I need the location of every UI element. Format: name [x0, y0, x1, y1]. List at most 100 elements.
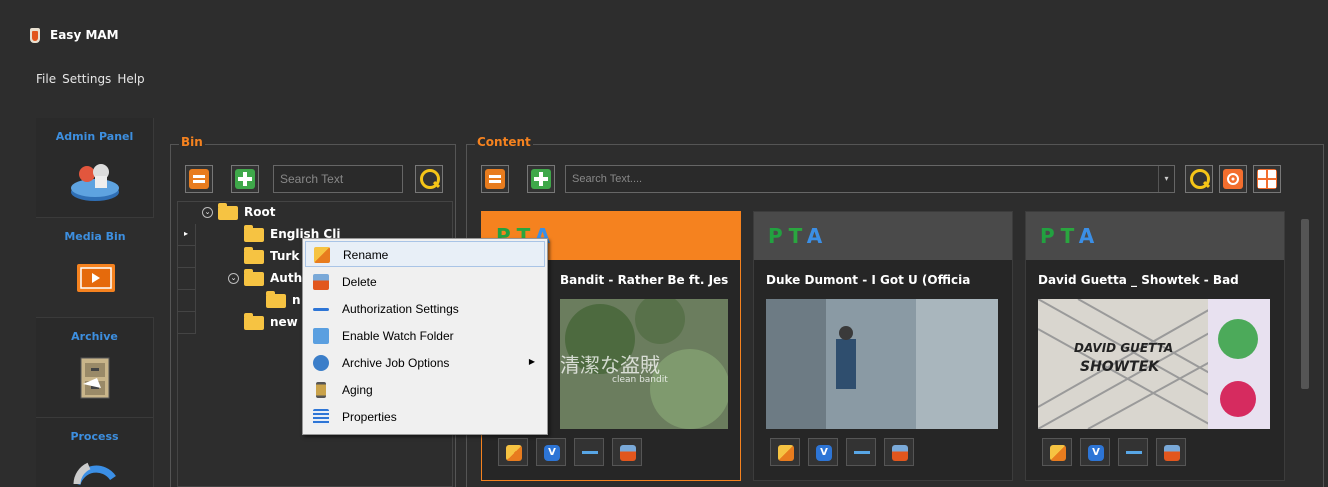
app-title: Easy MAM — [50, 28, 119, 42]
bin-search-input[interactable]: Search Text — [273, 165, 403, 193]
nav-label: Archive — [71, 330, 118, 343]
refresh-icon — [485, 169, 505, 189]
menu-item-label: Enable Watch Folder — [342, 329, 454, 343]
media-thumbnail — [766, 299, 998, 429]
context-menu: Rename Delete Authorization Settings Ena… — [302, 238, 548, 435]
add-icon — [531, 169, 551, 189]
key-icon — [1126, 451, 1142, 454]
trash-icon — [1164, 445, 1180, 461]
version-button[interactable]: V — [536, 438, 566, 466]
card-title: David Guetta _ Showtek - Bad — [1038, 273, 1239, 287]
bin-refresh-button[interactable] — [185, 165, 213, 193]
advanced-search-icon — [1223, 169, 1243, 189]
pencil-icon — [1050, 445, 1066, 461]
menu-item-watch-folder[interactable]: Enable Watch Folder — [305, 323, 545, 349]
delete-icon — [313, 274, 329, 290]
menu-bar: File Settings Help — [36, 72, 145, 86]
tree-item-root[interactable]: ⌄ Root — [178, 202, 454, 224]
bin-add-button[interactable] — [231, 165, 259, 193]
nav-tab-media-bin[interactable]: Media Bin — [36, 218, 154, 318]
menu-item-properties[interactable]: Properties — [305, 404, 545, 430]
delete-button[interactable] — [1156, 438, 1186, 466]
nav-label: Media Bin — [64, 230, 126, 243]
row-header: ▸ — [178, 224, 196, 246]
grid-view-button[interactable] — [1253, 165, 1281, 193]
card-header: PTA — [1026, 212, 1284, 260]
tree-item-label: Root — [244, 205, 276, 219]
nav-tab-admin-panel[interactable]: Admin Panel — [36, 118, 154, 218]
menu-settings[interactable]: Settings — [62, 72, 111, 86]
media-card[interactable]: PTA Duke Dumont - I Got U (Officia V — [753, 211, 1013, 481]
delete-button[interactable] — [884, 438, 914, 466]
card-actions: V — [1042, 438, 1186, 466]
version-button[interactable]: V — [808, 438, 838, 466]
version-button[interactable]: V — [1080, 438, 1110, 466]
delete-button[interactable] — [612, 438, 642, 466]
menu-item-label: Properties — [342, 410, 397, 424]
menu-item-archive-job[interactable]: Archive Job Options ▶ — [305, 350, 545, 376]
media-thumbnail: DAVID GUETTA SHOWTEK — [1038, 299, 1270, 429]
collapse-icon[interactable]: ⌄ — [228, 273, 239, 284]
thumb-subtext: clean bandit — [612, 375, 668, 385]
folder-icon — [244, 269, 264, 286]
content-legend: Content — [475, 135, 533, 149]
title-bar: Easy MAM — [0, 0, 1328, 60]
authorization-button[interactable] — [1118, 438, 1148, 466]
menu-item-label: Aging — [342, 383, 373, 397]
menu-item-rename[interactable]: Rename — [305, 241, 545, 267]
media-bin-icon — [69, 258, 121, 308]
menu-item-authorization[interactable]: Authorization Settings — [305, 296, 545, 322]
nav-tab-archive[interactable]: Archive — [36, 318, 154, 418]
menu-item-delete[interactable]: Delete — [305, 269, 545, 295]
nav-tab-process[interactable]: Process — [36, 418, 154, 487]
tree-item-label: new — [270, 315, 298, 329]
authorization-button[interactable] — [846, 438, 876, 466]
content-refresh-button[interactable] — [481, 165, 509, 193]
tree-item-label: Auth — [270, 271, 303, 285]
tree-item-label: n — [292, 293, 301, 307]
nav-label: Process — [70, 430, 119, 443]
search-dropdown-button[interactable]: ▾ — [1158, 166, 1174, 192]
row-header — [178, 246, 196, 268]
media-card[interactable]: PTA David Guetta _ Showtek - Bad DAVID G… — [1025, 211, 1285, 481]
row-header — [178, 290, 196, 312]
menu-item-aging[interactable]: Aging — [305, 377, 545, 403]
media-thumbnail: 清潔な盗賊 clean bandit — [560, 299, 728, 429]
folder-icon — [244, 313, 264, 330]
rename-button[interactable] — [498, 438, 528, 466]
advanced-search-button[interactable] — [1219, 165, 1247, 193]
card-header: PTA — [754, 212, 1012, 260]
pencil-icon — [778, 445, 794, 461]
folder-icon — [244, 225, 264, 242]
content-search-input[interactable]: Search Text.... ▾ — [565, 165, 1175, 193]
tree-item-label: Turk — [270, 249, 300, 263]
rename-button[interactable] — [1042, 438, 1072, 466]
rename-button[interactable] — [770, 438, 800, 466]
v-icon: V — [1088, 445, 1104, 461]
admin-panel-icon — [69, 154, 121, 204]
pta-letter: P — [1040, 224, 1061, 248]
collapse-icon[interactable]: ⌄ — [202, 207, 213, 218]
pta-badge: PTA — [768, 224, 828, 248]
pta-letter: T — [788, 224, 807, 248]
nav-label: Admin Panel — [55, 130, 134, 143]
menu-help[interactable]: Help — [117, 72, 144, 86]
menu-item-label: Delete — [342, 275, 377, 289]
menu-item-label: Archive Job Options — [342, 356, 450, 370]
content-add-button[interactable] — [527, 165, 555, 193]
authorization-button[interactable] — [574, 438, 604, 466]
thumb-subtext: SHOWTEK — [1080, 359, 1160, 375]
bin-search-button[interactable] — [415, 165, 443, 193]
refresh-icon — [189, 169, 209, 189]
key-icon — [582, 451, 598, 454]
pta-badge: PTA — [1040, 224, 1100, 248]
menu-file[interactable]: File — [36, 72, 56, 86]
folder-icon — [218, 203, 238, 220]
v-icon: V — [816, 445, 832, 461]
archive-icon — [69, 354, 121, 404]
left-navigation: Admin Panel Media Bin Archive Process — [36, 118, 154, 487]
submenu-arrow-icon: ▶ — [528, 357, 535, 366]
content-scrollbar[interactable] — [1301, 219, 1309, 389]
content-search-button[interactable] — [1185, 165, 1213, 193]
row-selector-icon: ▸ — [184, 229, 189, 238]
